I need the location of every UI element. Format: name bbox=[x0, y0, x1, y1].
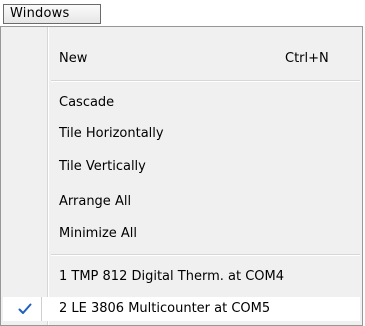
menu-item-cascade[interactable]: Cascade bbox=[3, 91, 360, 115]
windows-dropdown-menu: New Ctrl+N Cascade Tile Horizontally Til… bbox=[0, 26, 363, 326]
menu-item-tile-vertically-label: Tile Vertically bbox=[59, 159, 146, 174]
menu-separator bbox=[51, 80, 360, 82]
menu-item-new[interactable]: New Ctrl+N bbox=[3, 47, 360, 71]
windows-menu-button[interactable]: Windows bbox=[3, 4, 101, 24]
menu-item-window-2-label: 2 LE 3806 Multicounter at COM5 bbox=[59, 301, 271, 316]
menu-item-new-shortcut: Ctrl+N bbox=[285, 51, 329, 66]
menu-item-cascade-label: Cascade bbox=[59, 95, 115, 110]
menu-item-minimize-all-label: Minimize All bbox=[59, 226, 138, 241]
checkmark-icon bbox=[18, 303, 32, 314]
menu-item-tile-horizontally-label: Tile Horizontally bbox=[59, 126, 164, 141]
menu-item-window-1-label: 1 TMP 812 Digital Therm. at COM4 bbox=[59, 269, 284, 284]
check-box bbox=[6, 297, 42, 321]
menu-item-tile-vertically[interactable]: Tile Vertically bbox=[3, 155, 360, 179]
menu-separator bbox=[51, 254, 360, 256]
menu-item-tile-horizontally[interactable]: Tile Horizontally bbox=[3, 122, 360, 146]
menu-item-minimize-all[interactable]: Minimize All bbox=[3, 222, 360, 246]
menu-item-window-1[interactable]: 1 TMP 812 Digital Therm. at COM4 bbox=[3, 265, 360, 289]
menu-bar: Windows bbox=[0, 0, 365, 27]
menu-item-arrange-all-label: Arrange All bbox=[59, 194, 132, 209]
menu-item-window-2[interactable]: 2 LE 3806 Multicounter at COM5 bbox=[3, 297, 360, 321]
menu-item-arrange-all[interactable]: Arrange All bbox=[3, 190, 360, 214]
menu-item-new-label: New bbox=[59, 51, 88, 66]
